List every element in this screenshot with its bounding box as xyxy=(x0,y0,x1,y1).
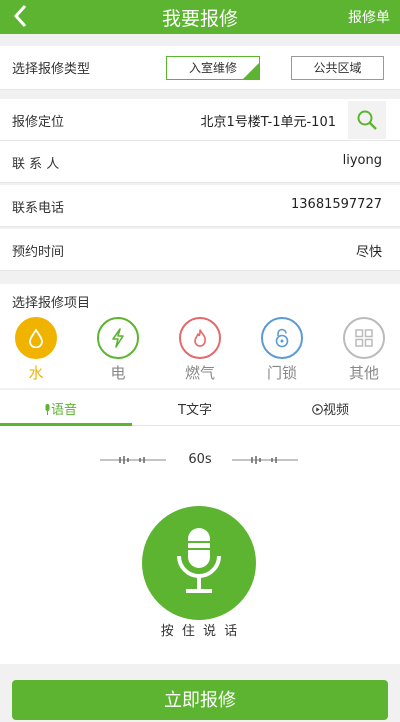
repair-items-panel: 选择报修项目 水 电 燃气 门锁 其他 xyxy=(0,284,400,388)
input-tabs: 语音 T文字 视频 xyxy=(0,390,400,426)
water-drop-icon xyxy=(29,328,43,348)
other-circle xyxy=(343,317,385,359)
phone-value: 13681597727 xyxy=(291,197,382,212)
repair-item-water-label: 水 xyxy=(28,364,44,382)
repair-orders-link[interactable]: 报修单 xyxy=(348,7,390,27)
mic-icon xyxy=(45,404,50,415)
lock-circle xyxy=(261,317,303,359)
hold-to-talk-button[interactable] xyxy=(142,506,256,620)
lock-icon xyxy=(275,328,289,348)
gas-circle xyxy=(179,317,221,359)
repair-item-water[interactable]: 水 xyxy=(11,317,61,383)
water-circle xyxy=(15,317,57,359)
type-option-public[interactable]: 公共区域 xyxy=(291,56,384,80)
contact-row: 联 系 人 liyong xyxy=(0,141,400,183)
voice-record-area: 60s 按 住 说 话 xyxy=(0,426,400,664)
tab-video[interactable]: 视频 xyxy=(312,399,349,418)
electric-circle xyxy=(97,317,139,359)
tab-video-label: 视频 xyxy=(323,403,350,418)
repair-type-row: 选择报修类型 入室维修 公共区域 xyxy=(0,46,400,90)
tab-text-label: T文字 xyxy=(178,403,212,418)
appointment-label: 预约时间 xyxy=(12,245,65,260)
repair-item-other[interactable]: 其他 xyxy=(339,317,389,383)
search-icon xyxy=(357,110,377,130)
repair-item-electric[interactable]: 电 xyxy=(93,317,143,383)
location-label: 报修定位 xyxy=(12,115,65,130)
location-search-button[interactable] xyxy=(348,101,386,139)
repair-items-title: 选择报修项目 xyxy=(12,296,91,311)
type-option-indoor-label: 入室维修 xyxy=(188,61,237,75)
appointment-row[interactable]: 预约时间 尽快 xyxy=(0,229,400,271)
phone-row: 联系电话 13681597727 xyxy=(0,185,400,227)
tab-text[interactable]: T文字 xyxy=(178,399,212,418)
timer-row: 60s xyxy=(0,452,400,468)
microphone-icon xyxy=(177,528,221,593)
tab-voice-label: 语音 xyxy=(51,403,78,418)
page-title: 我要报修 xyxy=(161,8,238,30)
contact-label: 联 系 人 xyxy=(12,157,60,172)
contact-value: liyong xyxy=(342,153,382,168)
repair-type-label: 选择报修类型 xyxy=(12,62,91,77)
type-option-public-label: 公共区域 xyxy=(313,61,362,75)
repair-item-lock[interactable]: 门锁 xyxy=(257,317,307,383)
lightning-icon xyxy=(112,328,124,348)
repair-item-other-label: 其他 xyxy=(348,364,379,382)
tab-voice[interactable]: 语音 xyxy=(44,399,77,418)
location-value: 北京1号楼T-1单元-101 xyxy=(200,115,337,130)
location-row[interactable]: 报修定位 北京1号楼T-1单元-101 xyxy=(0,99,400,141)
type-option-indoor[interactable]: 入室维修 xyxy=(166,56,260,80)
flame-icon xyxy=(194,329,206,347)
phone-label: 联系电话 xyxy=(12,201,65,216)
appointment-value[interactable]: 尽快 xyxy=(356,241,382,260)
repair-item-gas-label: 燃气 xyxy=(184,364,215,382)
selected-corner-icon xyxy=(243,63,259,79)
repair-item-gas[interactable]: 燃气 xyxy=(175,317,225,383)
record-timer: 60s xyxy=(188,452,212,467)
sound-wave-right-icon xyxy=(232,456,298,464)
repair-item-electric-label: 电 xyxy=(110,364,126,382)
play-icon xyxy=(312,404,323,415)
repair-item-lock-label: 门锁 xyxy=(266,364,297,382)
header-bar: 我要报修 报修单 xyxy=(0,0,400,34)
hold-to-talk-label: 按 住 说 话 xyxy=(160,624,240,639)
submit-repair-button[interactable]: 立即报修 xyxy=(12,680,388,720)
grid-icon xyxy=(355,329,373,347)
